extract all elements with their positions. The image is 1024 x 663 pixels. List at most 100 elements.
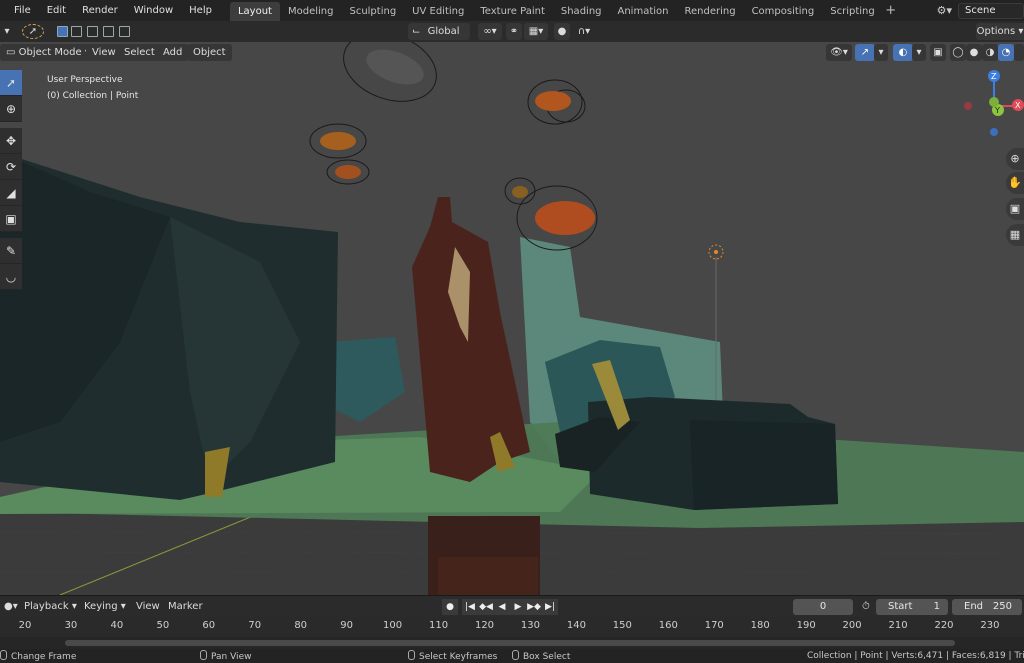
ortho-toggle-icon[interactable]: ▦ — [1006, 224, 1024, 246]
frame-tick-label: 90 — [340, 620, 354, 631]
select-mode-intersect-icon[interactable] — [119, 26, 130, 37]
select-mode-extend-icon[interactable] — [71, 26, 82, 37]
tab-texture-paint[interactable]: Texture Paint — [472, 2, 553, 21]
options-dropdown[interactable]: Options ▾ — [976, 23, 1024, 40]
visibility-dropdown-icon[interactable]: 👁▾ — [826, 44, 852, 61]
frame-tick-label: 100 — [383, 620, 403, 631]
axis-gizmo[interactable]: Z X Y — [960, 68, 1024, 148]
select-mode-subtract-icon[interactable] — [87, 26, 98, 37]
marker-menu[interactable]: Marker — [164, 599, 207, 615]
pivot-point-dropdown[interactable]: ∞▾ — [478, 23, 502, 40]
annotate-tool-icon[interactable]: ✎ — [0, 238, 22, 264]
scale-tool-icon[interactable]: ◢ — [0, 180, 22, 206]
transform-orientation-dropdown[interactable]: ⌙ Global ▾ — [408, 23, 470, 54]
transform-tool-icon[interactable]: ▣ — [0, 206, 22, 232]
menu-render[interactable]: Render — [74, 0, 126, 21]
proportional-falloff-dropdown[interactable]: ∩▾ — [572, 23, 596, 40]
select-box-tool-icon[interactable]: ➚ — [0, 70, 22, 96]
timeline-frame-ruler[interactable]: 20 30 40 50 60 70 80 90 100 110 120 130 140 150 160 170… — [0, 617, 1024, 637]
playback-menu[interactable]: Playback ▾ — [20, 599, 81, 615]
pan-view-label: Pan View — [211, 652, 252, 662]
timeline-scroll-thumb[interactable] — [65, 640, 955, 646]
tab-scripting[interactable]: Scripting — [822, 2, 882, 21]
gizmo-z-label: Z — [991, 72, 997, 81]
frame-tick-label: 20 — [18, 620, 32, 631]
transform-orientation-label: Global — [427, 26, 460, 37]
tab-sculpting[interactable]: Sculpting — [341, 2, 404, 21]
menu-edit[interactable]: Edit — [39, 0, 74, 21]
jump-start-icon[interactable]: |◀ — [462, 599, 478, 615]
overlays-dropdown-icon[interactable]: ▾ — [912, 44, 926, 61]
play-reverse-icon[interactable]: ◀ — [494, 599, 510, 615]
proportional-edit-toggle[interactable]: ● — [554, 23, 570, 40]
menu-window[interactable]: Window — [126, 0, 181, 21]
move-tool-icon[interactable]: ✥ — [0, 128, 22, 154]
select-mode-new-icon[interactable] — [57, 26, 68, 37]
add-workspace-button[interactable]: + — [883, 3, 899, 18]
start-frame-field[interactable]: Start 1 — [876, 599, 948, 615]
next-keyframe-icon[interactable]: ▶◆ — [526, 599, 542, 615]
mouse-middle-icon — [200, 650, 207, 660]
tab-shading[interactable]: Shading — [553, 2, 610, 21]
select-mode-invert-icon[interactable] — [103, 26, 114, 37]
rotate-tool-icon[interactable]: ⟳ — [0, 154, 22, 180]
measure-tool-icon[interactable]: ◡ — [0, 264, 22, 290]
xray-toggle-icon[interactable]: ▣ — [930, 44, 946, 61]
options-label: Options — [976, 26, 1016, 37]
overlays-toggle-icon[interactable]: ◐ — [893, 44, 913, 61]
scene-icon[interactable]: ⚙▾ — [937, 4, 952, 17]
current-frame-field[interactable]: 0 — [793, 599, 853, 615]
status-hint-pan: Pan View — [200, 650, 251, 663]
workspace-tabs: Layout Modeling Sculpting UV Editing Tex… — [229, 0, 899, 21]
record-toggle-icon[interactable]: ● — [442, 599, 458, 615]
frame-tick-label: 80 — [294, 620, 308, 631]
menu-add[interactable]: Add — [157, 44, 189, 61]
camera-view-icon[interactable]: ▣ — [1006, 198, 1024, 220]
tab-layout[interactable]: Layout — [229, 2, 280, 21]
menu-object[interactable]: Object — [187, 44, 232, 61]
keying-menu[interactable]: Keying ▾ — [80, 599, 130, 615]
rendered-shading-icon[interactable]: ◔ — [998, 44, 1014, 61]
stopwatch-icon[interactable]: ⏱ — [858, 599, 874, 615]
menu-view[interactable]: View — [86, 44, 122, 61]
frame-tick-label: 170 — [704, 620, 724, 631]
gizmo-dropdown-icon[interactable]: ▾ — [874, 44, 888, 61]
prev-keyframe-icon[interactable]: ◆◀ — [478, 599, 494, 615]
pan-view-icon[interactable]: ✋ — [1006, 172, 1024, 194]
material-shading-icon[interactable]: ◑ — [982, 44, 998, 61]
scene-name-field[interactable]: Scene — [958, 2, 1024, 19]
gizmo-toggle-icon[interactable]: ↗ — [855, 44, 875, 61]
tab-uv-editing[interactable]: UV Editing — [404, 2, 472, 21]
scene-render — [0, 42, 1024, 595]
snap-toggle[interactable]: ⚭ — [506, 23, 522, 40]
tab-modeling[interactable]: Modeling — [280, 2, 342, 21]
chevron-down-icon: ▾ — [71, 601, 77, 612]
object-mode-dropdown[interactable]: ▭ Object Mode ▾ — [0, 44, 96, 61]
tab-compositing[interactable]: Compositing — [744, 2, 823, 21]
menu-file[interactable]: File — [6, 0, 39, 21]
3d-viewport[interactable]: User Perspective (0) Collection | Point … — [0, 42, 1024, 595]
timeline-editor-type-icon[interactable]: ●▾ — [0, 599, 22, 615]
cursor-tool-icon[interactable]: ⊕ — [0, 96, 22, 122]
timeline-view-menu[interactable]: View — [132, 599, 164, 615]
play-icon[interactable]: ▶ — [510, 599, 526, 615]
shading-dropdown-icon[interactable] — [1014, 44, 1024, 61]
menu-select[interactable]: Select — [118, 44, 161, 61]
select-tool-icon[interactable]: ➚ — [22, 24, 44, 39]
snap-target-dropdown[interactable]: ▦▾ — [524, 23, 548, 40]
end-frame-field[interactable]: End 250 — [952, 599, 1022, 615]
menu-help[interactable]: Help — [181, 0, 220, 21]
chevron-down-icon: ▾ — [1018, 26, 1024, 37]
object-mode-label: Object Mode — [18, 47, 82, 58]
navigation-gizmo[interactable]: Z X Y — [960, 68, 1024, 148]
zoom-view-icon[interactable]: ⊕ — [1006, 148, 1024, 170]
timeline-scrollbar[interactable] — [0, 637, 1024, 649]
editor-type-icon[interactable]: ▾ — [0, 23, 14, 40]
orientation-icon: ⌙ — [412, 26, 421, 37]
tab-animation[interactable]: Animation — [610, 2, 677, 21]
solid-shading-icon[interactable]: ● — [966, 44, 982, 61]
jump-end-icon[interactable]: ▶| — [542, 599, 558, 615]
tab-rendering[interactable]: Rendering — [676, 2, 743, 21]
wireframe-shading-icon[interactable]: ◯ — [950, 44, 966, 61]
view-perspective-label: User Perspective — [47, 75, 123, 85]
